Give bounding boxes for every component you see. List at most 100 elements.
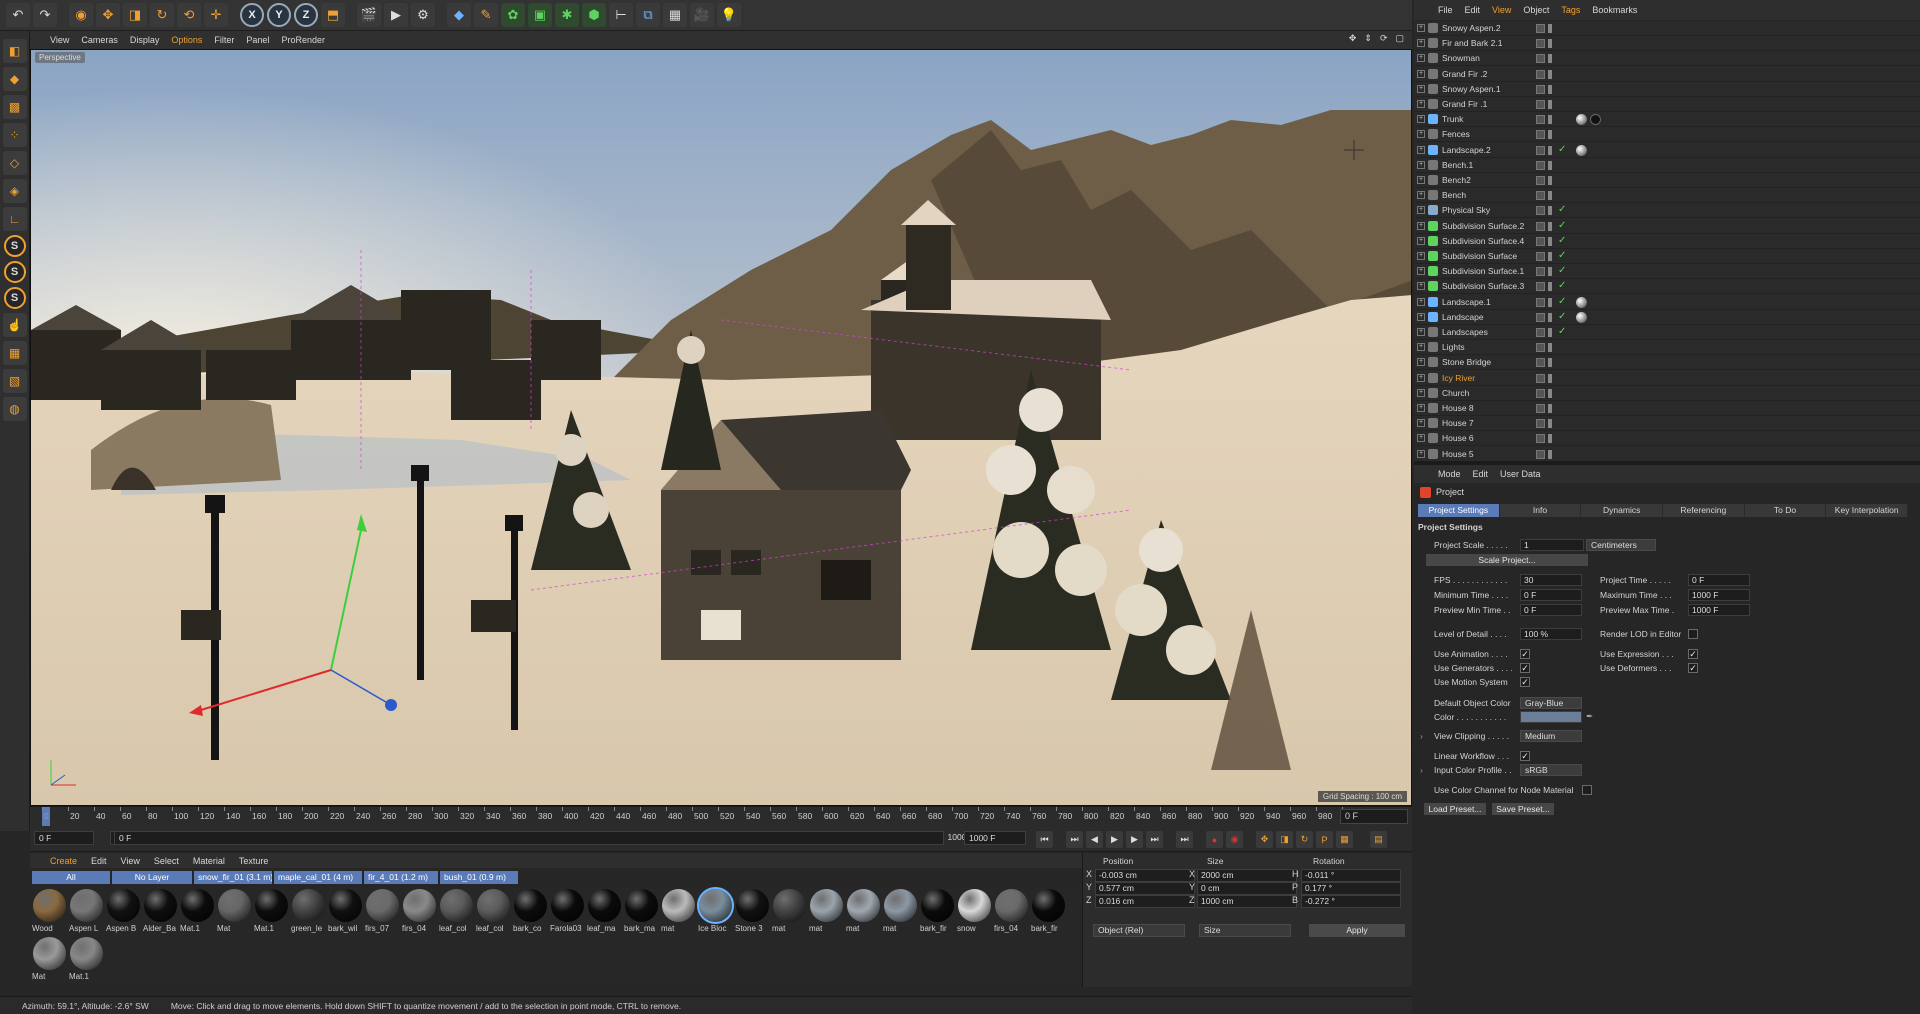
layer-checkbox-icon[interactable]: [1536, 39, 1545, 49]
layer-checkbox-icon[interactable]: [1536, 160, 1545, 170]
object-row[interactable]: + Subdivision Surface.1 ✓: [1414, 264, 1920, 280]
scale-project-button[interactable]: Scale Project...: [1426, 554, 1588, 566]
min-time-input[interactable]: 0 F: [1520, 589, 1582, 601]
rotation-field[interactable]: 0.177 °: [1301, 882, 1401, 895]
attr-menu-user-data[interactable]: User Data: [1500, 469, 1541, 479]
object-row[interactable]: + Grand Fir .2: [1414, 67, 1920, 82]
expand-icon[interactable]: +: [1417, 404, 1425, 412]
material-swatch[interactable]: mat: [809, 889, 844, 935]
polygons-mode-icon[interactable]: ◈: [2, 179, 27, 203]
z-axis-lock-button[interactable]: Z: [294, 3, 318, 27]
visibility-dots-icon[interactable]: [1548, 54, 1552, 64]
expand-icon[interactable]: +: [1417, 282, 1425, 291]
expand-icon[interactable]: +: [1417, 160, 1425, 169]
preview-min-input[interactable]: 0 F: [1520, 604, 1582, 616]
layer-checkbox-icon[interactable]: [1536, 449, 1545, 459]
material-swatch[interactable]: Aspen B: [106, 889, 141, 935]
obj-menu-edit[interactable]: Edit: [1465, 5, 1481, 15]
material-swatch[interactable]: leaf_col: [439, 889, 474, 935]
material-swatch[interactable]: Ice Bloc: [697, 887, 734, 935]
object-name[interactable]: Subdivision Surface.4: [1442, 236, 1524, 246]
material-swatch[interactable]: Wood: [32, 889, 67, 935]
size-field[interactable]: 1000 cm: [1197, 895, 1297, 908]
layer-checkbox-icon[interactable]: [1536, 388, 1545, 398]
layer-checkbox-icon[interactable]: [1536, 145, 1545, 155]
enabled-check-icon[interactable]: ✓: [1558, 296, 1566, 307]
visibility-dots-icon[interactable]: [1548, 297, 1552, 307]
make-editable-icon[interactable]: ◧: [2, 39, 27, 63]
workplane-icon[interactable]: ▦: [2, 341, 27, 365]
object-name[interactable]: House 7: [1442, 418, 1474, 428]
visibility-dots-icon[interactable]: [1548, 69, 1552, 79]
layer-checkbox-icon[interactable]: [1536, 434, 1545, 444]
material-swatch[interactable]: bark_fir: [920, 889, 955, 935]
attr-menu-edit[interactable]: Edit: [1473, 469, 1489, 479]
render-region-icon[interactable]: 🎬: [357, 3, 381, 27]
key-rotation-icon[interactable]: ↻: [1296, 831, 1313, 848]
object-name[interactable]: Fences: [1442, 129, 1470, 139]
object-row[interactable]: + Landscapes ✓: [1414, 325, 1920, 340]
mat-menu-edit[interactable]: Edit: [91, 856, 107, 866]
mat-menu-create[interactable]: Create: [50, 856, 77, 866]
material-swatch[interactable]: firs_04: [994, 889, 1029, 935]
expand-icon[interactable]: +: [1417, 54, 1425, 63]
max-frame-field[interactable]: 1000 F: [964, 831, 1026, 845]
mat-menu-material[interactable]: Material: [193, 856, 225, 866]
material-swatch[interactable]: mat: [883, 889, 918, 935]
object-row[interactable]: + House 6: [1414, 431, 1920, 447]
layer-checkbox-icon[interactable]: [1536, 100, 1545, 109]
material-swatch[interactable]: Mat: [32, 937, 67, 983]
visibility-dots-icon[interactable]: [1548, 373, 1552, 383]
scale-unit-select[interactable]: Centimeters: [1586, 539, 1656, 551]
expand-icon[interactable]: +: [1417, 115, 1425, 124]
material-swatch[interactable]: leaf_col: [476, 889, 511, 935]
3d-viewport[interactable]: Perspective Grid Spacing : 100 cm: [30, 49, 1412, 806]
object-row[interactable]: + Icy River: [1414, 371, 1920, 386]
expand-icon[interactable]: +: [1417, 221, 1425, 230]
zoom-view-icon[interactable]: ⇕: [1364, 33, 1372, 44]
expand-icon[interactable]: +: [1417, 236, 1425, 245]
edges-mode-icon[interactable]: ◇: [2, 151, 27, 175]
prev-frame-icon[interactable]: ◀: [1086, 831, 1103, 848]
max-time-input[interactable]: 1000 F: [1688, 589, 1750, 601]
viewport-menu-panel[interactable]: Panel: [246, 35, 269, 45]
rotate-tool-icon[interactable]: ↻: [150, 3, 174, 27]
material-swatch[interactable]: Mat.1: [180, 889, 215, 935]
layer-checkbox-icon[interactable]: [1536, 206, 1545, 216]
object-row[interactable]: + Landscape.2 ✓: [1414, 143, 1920, 158]
recent-tools-icon[interactable]: ⟲: [177, 3, 201, 27]
layer-checkbox-icon[interactable]: [1536, 267, 1545, 277]
expand-icon[interactable]: +: [1417, 358, 1425, 367]
tab-project-settings[interactable]: Project Settings: [1418, 504, 1500, 517]
layer-checkbox-icon[interactable]: [1536, 419, 1545, 429]
visibility-dots-icon[interactable]: [1548, 236, 1552, 246]
enabled-check-icon[interactable]: ✓: [1558, 204, 1566, 215]
material-swatch[interactable]: bark_fir: [1031, 889, 1066, 935]
key-position-icon[interactable]: ✥: [1256, 831, 1273, 848]
layer-checkbox-icon[interactable]: [1536, 54, 1545, 64]
generator-icon[interactable]: ✿: [501, 3, 525, 27]
mograph-icon[interactable]: ⬢: [582, 3, 606, 27]
frame-ruler[interactable]: 0204060801001201401601802002202402602803…: [42, 807, 1363, 827]
solo-mode-icon[interactable]: ◍: [2, 397, 27, 421]
play-icon[interactable]: ▶: [1106, 831, 1123, 848]
current-frame-field[interactable]: 0 F: [1340, 809, 1408, 824]
object-row[interactable]: + Church: [1414, 386, 1920, 401]
visibility-dots-icon[interactable]: [1548, 358, 1552, 368]
expand-icon[interactable]: +: [1417, 388, 1425, 397]
next-frame-icon[interactable]: ▶: [1126, 831, 1143, 848]
object-name[interactable]: Bench2: [1442, 175, 1471, 185]
expand-icon[interactable]: +: [1417, 252, 1425, 260]
visibility-dots-icon[interactable]: [1548, 130, 1552, 140]
material-swatch[interactable]: Farola03: [550, 889, 585, 935]
camera-icon[interactable]: 🎥: [690, 3, 714, 27]
object-name[interactable]: Subdivision Surface: [1442, 251, 1517, 261]
use-deformers-checkbox[interactable]: ✓: [1688, 663, 1698, 673]
layer-tab-fir[interactable]: fir_4_01 (1.2 m): [364, 871, 438, 884]
enabled-check-icon[interactable]: ✓: [1558, 144, 1566, 155]
subdivision-icon[interactable]: ▣: [528, 3, 552, 27]
object-row[interactable]: + Subdivision Surface ✓: [1414, 249, 1920, 264]
add-tool-icon[interactable]: ✛: [204, 3, 228, 27]
object-name[interactable]: Landscape.2: [1442, 145, 1491, 155]
render-settings-icon[interactable]: ⚙: [411, 3, 435, 27]
